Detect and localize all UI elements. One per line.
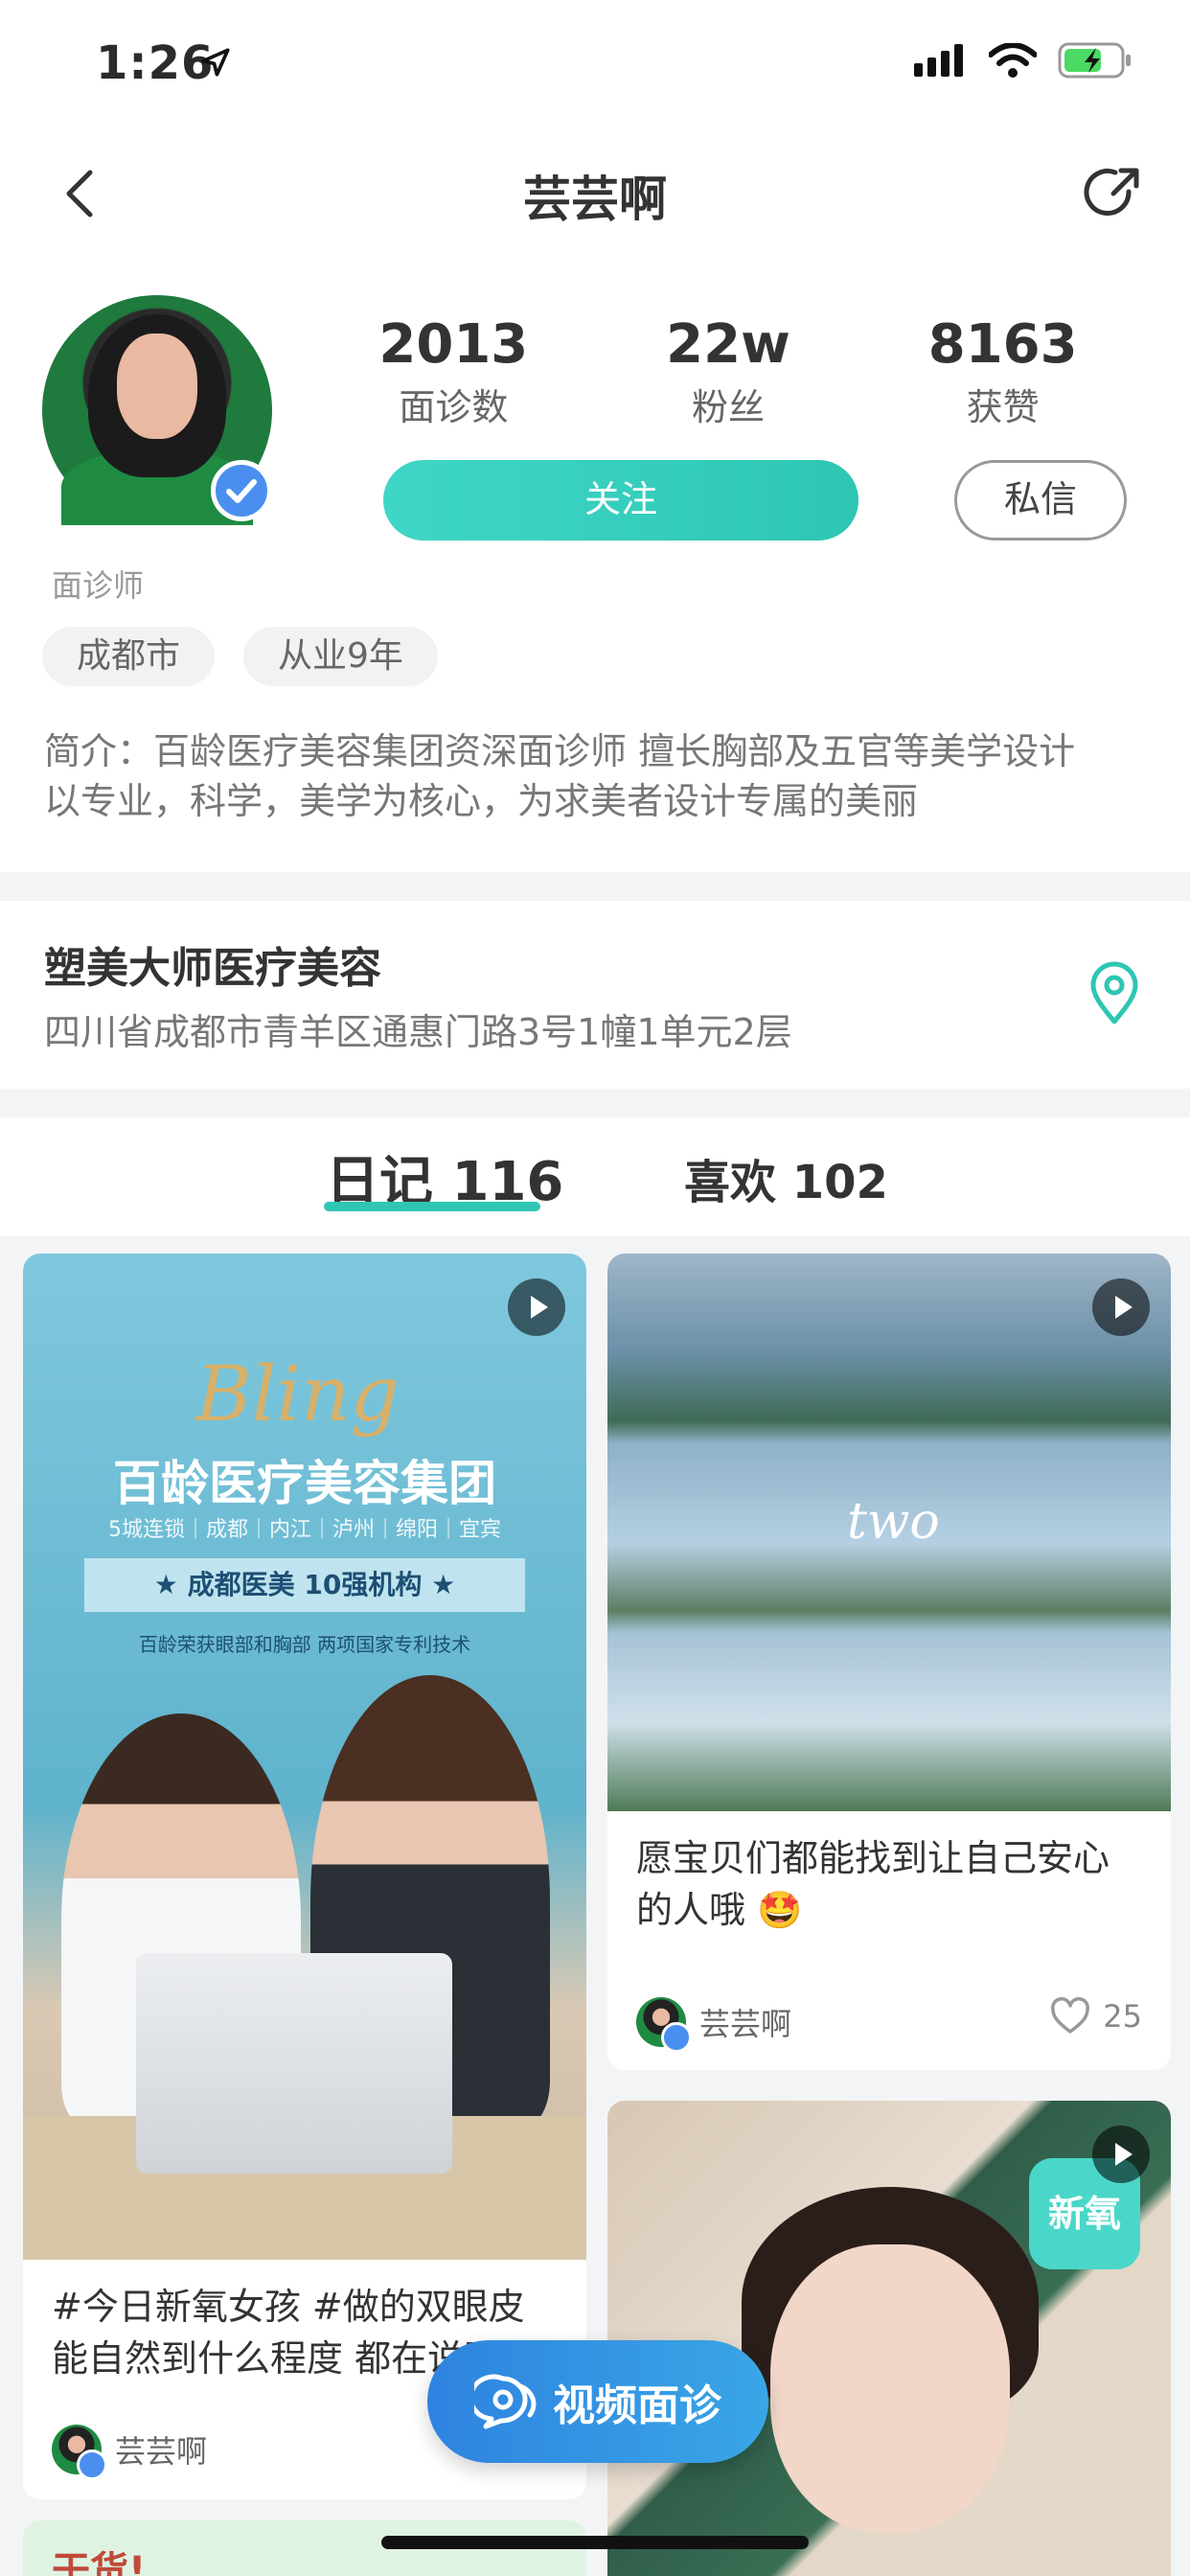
card-cover-image: two [607, 1254, 1171, 1811]
feed-card[interactable]: two 愿宝贝们都能找到让自己安心的人哦 🤩 芸芸啊 25 [607, 1254, 1171, 2070]
card-author[interactable]: 芸芸啊 [52, 2425, 208, 2480]
video-play-icon [1092, 2126, 1150, 2183]
stat-likes[interactable]: 8163 获赞 [865, 318, 1140, 430]
location-pin-icon[interactable] [1081, 960, 1148, 1027]
stat-label: 获赞 [966, 386, 1040, 428]
stat-value: 22w [666, 313, 790, 376]
chat-bubble-icon [474, 2374, 537, 2429]
cover-ribbon: ★ 成都医美 10强机构 ★ [84, 1558, 525, 1612]
role-label: 面诊师 [52, 567, 145, 604]
video-consult-label: 视频面诊 [553, 2381, 721, 2430]
content-tabs: 日记 116 喜欢 102 [0, 1117, 1190, 1236]
follow-button[interactable]: 关注 [383, 460, 858, 540]
page-title: 芸芸啊 [523, 172, 667, 227]
avatar-face-shape [117, 334, 197, 439]
laptop-shape [136, 1953, 452, 2174]
card-author[interactable]: 芸芸啊 [636, 1997, 792, 2053]
stat-consultations[interactable]: 2013 面诊数 [316, 318, 591, 430]
stat-value: 2013 [378, 313, 529, 376]
stat-value: 8163 [927, 313, 1078, 376]
stat-label: 面诊数 [399, 386, 509, 428]
cover-brand-text: Bling [195, 1349, 400, 1438]
home-indicator[interactable] [381, 2536, 809, 2549]
tag-city: 成都市 [42, 627, 216, 686]
bio-line: 以专业，科学，美学为核心，为求美者设计专属的美丽 [44, 780, 919, 822]
like-count[interactable]: 25 [1049, 1997, 1142, 2036]
author-name: 芸芸啊 [115, 2433, 208, 2470]
bio-text: 简介：百龄医疗美容集团资深面诊师 擅长胸部及五官等美学设计 以专业，科学，美学为… [44, 726, 1146, 826]
cover-subline: 5城连锁｜成都｜内江｜泸州｜绵阳｜宜宾 [108, 1518, 501, 1542]
author-avatar [636, 1997, 692, 2053]
stat-fans[interactable]: 22w 粉丝 [591, 318, 866, 430]
active-tab-indicator [324, 1202, 540, 1211]
card-cover-image: Bling 百龄医疗美容集团 5城连锁｜成都｜内江｜泸州｜绵阳｜宜宾 ★ 成都医… [23, 1254, 586, 2260]
nav-bar: 芸芸啊 [0, 126, 1190, 261]
cover-headline: 百龄医疗美容集团 [113, 1456, 496, 1511]
stats-row: 2013 面诊数 22w 粉丝 8163 获赞 [316, 318, 1140, 430]
wifi-icon [989, 43, 1037, 78]
clinic-name: 塑美大师医疗美容 [44, 944, 381, 993]
like-count-value: 25 [1103, 1998, 1142, 2035]
clinic-address: 四川省成都市青羊区通惠门路3号1幢1单元2层 [44, 1011, 792, 1053]
feed-card[interactable]: 新氧 [607, 2101, 1171, 2576]
person-face-shape [770, 2244, 1010, 2532]
bio-line: 简介：百龄医疗美容集团资深面诊师 擅长胸部及五官等美学设计 [44, 730, 1076, 772]
video-play-icon [1092, 1278, 1150, 1336]
verified-badge-icon [211, 460, 272, 521]
battery-icon [1058, 42, 1131, 79]
feed-card[interactable]: Bling 百龄医疗美容集团 5城连锁｜成都｜内江｜泸州｜绵阳｜宜宾 ★ 成都医… [23, 1254, 586, 2499]
card-cover-image: 新氧 [607, 2101, 1171, 2576]
tag-list: 成都市 从业9年 [42, 627, 438, 686]
message-button[interactable]: 私信 [954, 460, 1127, 540]
status-bar: 1:26 [0, 0, 1190, 126]
author-avatar [52, 2425, 107, 2480]
cover-overlay-text: two [847, 1493, 940, 1551]
video-consult-button[interactable]: 视频面诊 [427, 2340, 768, 2463]
stat-label: 粉丝 [692, 386, 766, 428]
profile-section: 2013 面诊数 22w 粉丝 8163 获赞 关注 私信 面诊师 成都市 从业… [0, 261, 1190, 872]
cover-note: 百龄荣获眼部和胸部 两项国家专利技术 [138, 1633, 471, 1656]
tab-likes[interactable]: 喜欢 102 [684, 1144, 888, 1211]
tag-experience: 从业9年 [243, 627, 438, 686]
location-arrow-icon [201, 48, 230, 77]
heart-icon [1051, 1997, 1090, 2034]
clinic-card[interactable]: 塑美大师医疗美容 四川省成都市青羊区通惠门路3号1幢1单元2层 [0, 901, 1190, 1089]
share-icon[interactable] [1075, 155, 1152, 232]
card-title: 愿宝贝们都能找到让自己安心的人哦 🤩 [636, 1837, 1110, 1931]
status-time: 1:26 [96, 36, 215, 90]
author-name: 芸芸啊 [699, 2006, 792, 2042]
status-icons [914, 42, 1133, 79]
signal-icon [914, 44, 963, 77]
video-play-icon [508, 1278, 565, 1336]
